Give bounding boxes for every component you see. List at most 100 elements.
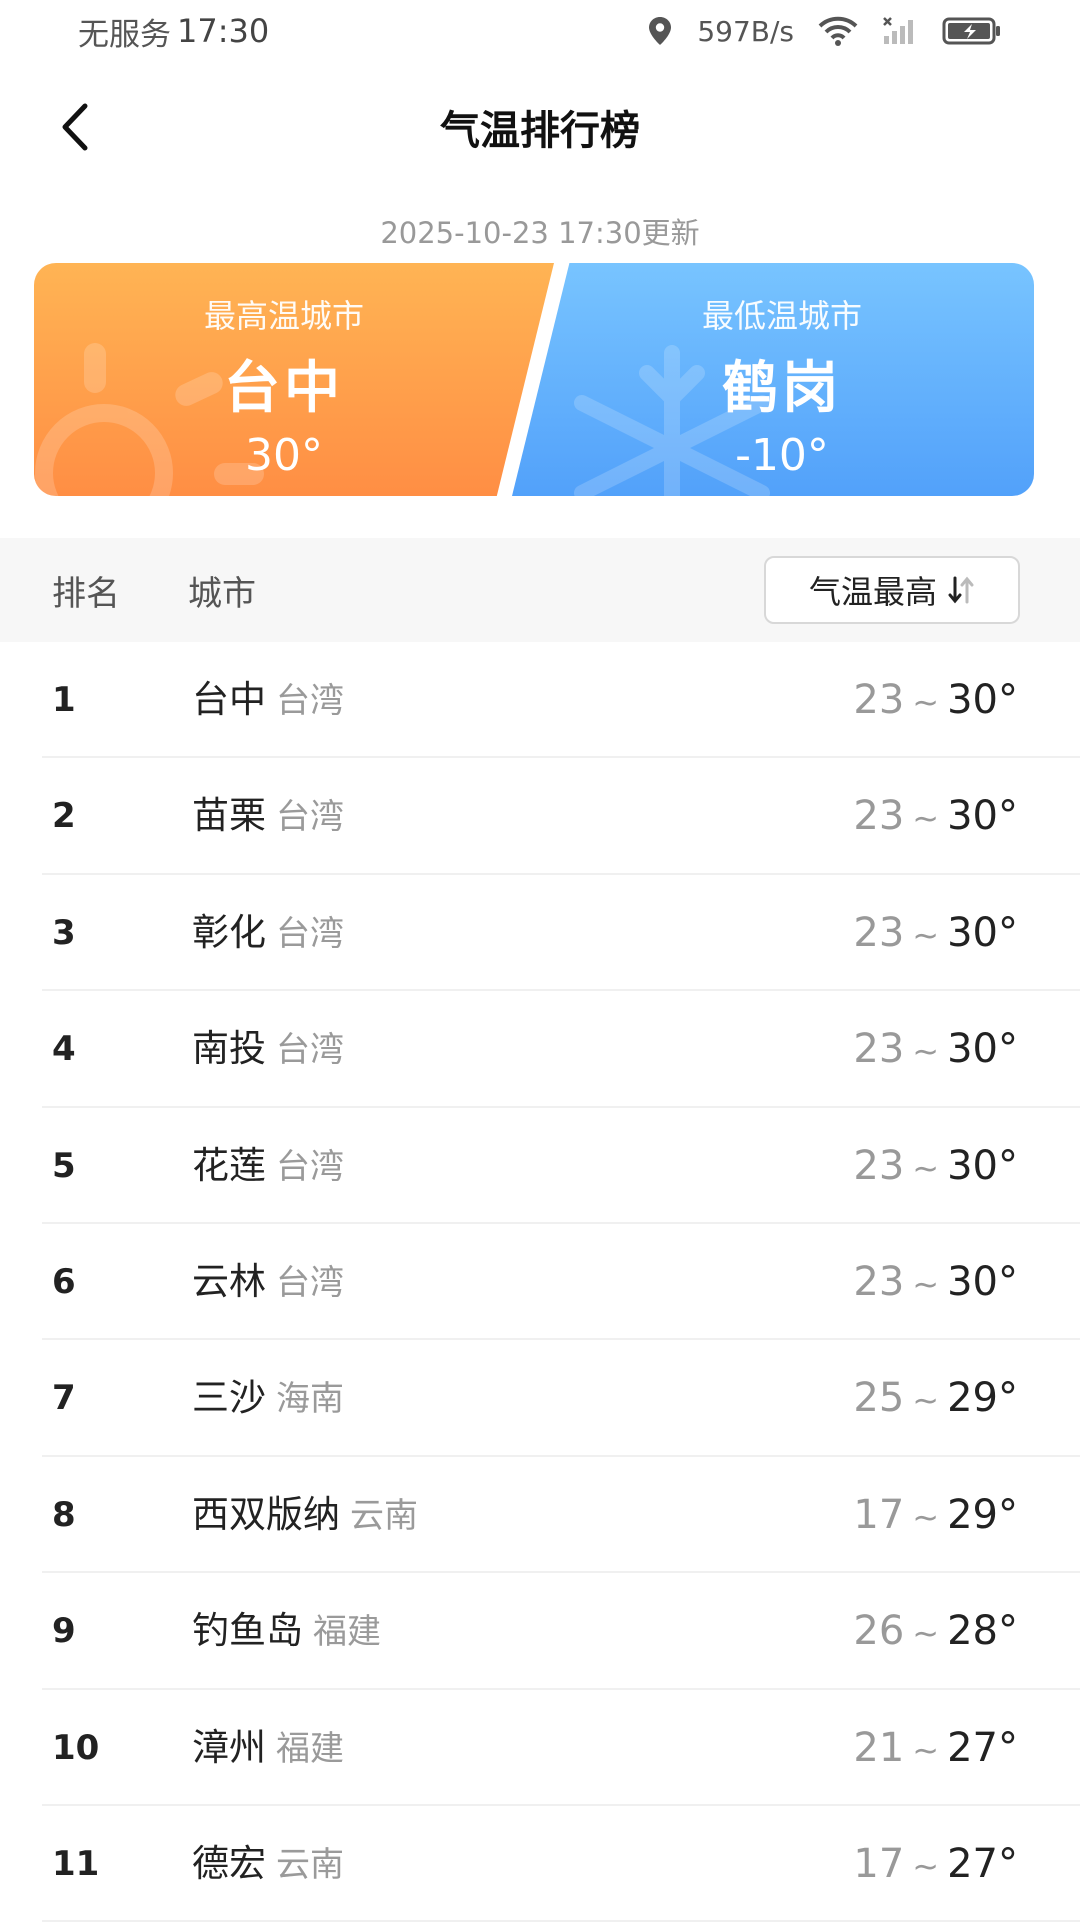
range-separator: ~ (912, 1730, 940, 1769)
table-row[interactable]: 5 花莲 台湾 23 ~30° (42, 1108, 1080, 1224)
city-column-header: 城市 (188, 573, 256, 614)
range-separator: ~ (912, 1381, 940, 1420)
sort-arrows-icon (948, 576, 974, 604)
temp-range: 17 ~29° (853, 1457, 1018, 1573)
table-row[interactable]: 10 漳州 福建 21 ~27° (42, 1690, 1080, 1806)
sort-button[interactable]: 气温最高 (764, 556, 1020, 624)
max-temp: 28° (947, 1608, 1018, 1655)
rank-number: 6 (52, 1261, 76, 1302)
sort-label: 气温最高 (808, 573, 937, 611)
min-temp: 26 (853, 1608, 905, 1655)
max-temp: 29° (947, 1491, 1018, 1538)
province-name: 台湾 (276, 797, 344, 838)
wifi-icon (818, 16, 858, 46)
coldest-city-temp: -10° (735, 430, 829, 481)
temp-range: 23 ~30° (853, 991, 1018, 1107)
min-temp: 21 (853, 1724, 905, 1771)
table-row[interactable]: 6 云林 台湾 23 ~30° (42, 1224, 1080, 1341)
location-icon (647, 16, 673, 46)
coldest-city-content: 最低温城市 鹤岗 -10° (572, 263, 992, 496)
carrier-text: 无服务 (78, 16, 171, 53)
table-row[interactable]: 9 钓鱼岛 福建 26 ~28° (42, 1573, 1080, 1690)
range-separator: ~ (912, 683, 940, 721)
back-button[interactable] (40, 92, 110, 162)
range-separator: ~ (912, 1032, 940, 1071)
max-temp: 30° (947, 677, 1018, 723)
max-temp: 27° (947, 1724, 1018, 1771)
province-name: 台湾 (276, 1262, 344, 1303)
temp-range: 21 ~27° (853, 1690, 1018, 1806)
city-name: 彰化 台湾 (192, 910, 344, 954)
city-name: 三沙 海南 (192, 1376, 344, 1420)
coldest-city-card[interactable]: 最低温城市 鹤岗 -10° (512, 263, 1034, 496)
max-temp: 27° (947, 1840, 1018, 1887)
coldest-city-name: 鹤岗 (722, 356, 842, 421)
table-row[interactable]: 11 德宏 云南 17 ~27° (42, 1806, 1080, 1923)
min-temp: 17 (853, 1491, 905, 1538)
table-row[interactable]: 1 台中 台湾 23 ~30° (42, 642, 1080, 759)
min-temp: 23 (853, 1258, 905, 1305)
temp-range: 26 ~28° (853, 1573, 1018, 1689)
rank-number: 8 (52, 1494, 76, 1535)
min-temp: 23 (853, 1142, 905, 1189)
min-temp: 23 (853, 909, 905, 956)
city-name: 台中 台湾 (192, 678, 344, 721)
table-header: 排名 城市 气温最高 (0, 538, 1080, 642)
province-name: 台湾 (276, 913, 344, 954)
chevron-left-icon (62, 103, 88, 151)
range-separator: ~ (912, 915, 940, 954)
city-name: 南投 台湾 (192, 1027, 344, 1071)
province-name: 海南 (276, 1379, 344, 1420)
table-row[interactable]: 8 西双版纳 云南 17 ~29° (42, 1457, 1080, 1574)
province-name: 台湾 (276, 681, 344, 721)
net-speed: 597B/s (697, 14, 794, 48)
rank-number: 9 (52, 1611, 76, 1652)
min-temp: 23 (853, 793, 905, 840)
hottest-city-name: 台中 (224, 356, 344, 421)
range-separator: ~ (912, 1497, 940, 1536)
nav-bar: 气温排行榜 (0, 62, 1080, 192)
range-separator: ~ (912, 1264, 940, 1303)
rank-number: 10 (52, 1727, 100, 1768)
city-name: 云林 台湾 (192, 1259, 344, 1303)
rank-number: 11 (52, 1843, 100, 1884)
table-row[interactable]: 7 三沙 海南 25 ~29° (42, 1340, 1080, 1457)
city-name: 钓鱼岛 福建 (192, 1609, 381, 1653)
max-temp: 29° (947, 1375, 1018, 1422)
highlight-cards: 最高温城市 台中 30° 最低温城市 鹤岗 -10° (34, 263, 1034, 496)
city-name: 苗栗 台湾 (192, 794, 344, 838)
city-name: 花莲 台湾 (192, 1143, 344, 1187)
province-name: 福建 (313, 1612, 381, 1653)
province-name: 台湾 (276, 1030, 344, 1071)
max-temp: 30° (947, 1258, 1018, 1305)
temp-range: 23 ~30° (853, 758, 1018, 874)
city-name: 德宏 云南 (192, 1841, 344, 1885)
rank-number: 7 (52, 1378, 76, 1419)
rank-number: 4 (52, 1029, 76, 1070)
hottest-city-card[interactable]: 最高温城市 台中 30° (34, 263, 554, 496)
hottest-label: 最高温城市 (203, 297, 364, 335)
max-temp: 30° (947, 909, 1018, 956)
table-row[interactable]: 4 南投 台湾 23 ~30° (42, 991, 1080, 1108)
rank-number: 5 (52, 1145, 76, 1186)
temp-range: 23 ~30° (853, 642, 1018, 758)
status-bar: 无服务 17:30 597B/s (0, 0, 1080, 62)
page-title: 气温排行榜 (440, 108, 640, 154)
range-separator: ~ (912, 1148, 940, 1187)
hottest-city-content: 最高温城市 台中 30° (74, 263, 494, 496)
rank-number: 3 (52, 912, 76, 953)
temp-range: 23 ~30° (853, 875, 1018, 991)
rank-number: 2 (52, 796, 76, 837)
province-name: 福建 (276, 1728, 344, 1769)
signal-icon (882, 16, 918, 46)
temp-range: 23 ~30° (853, 1108, 1018, 1224)
range-separator: ~ (912, 1846, 940, 1885)
temp-range: 17 ~27° (853, 1806, 1018, 1922)
province-name: 云南 (350, 1495, 418, 1536)
status-left: 无服务 17:30 (78, 9, 269, 54)
table-row[interactable]: 2 苗栗 台湾 23 ~30° (42, 758, 1080, 875)
max-temp: 30° (947, 793, 1018, 840)
temp-range: 25 ~29° (853, 1340, 1018, 1456)
province-name: 台湾 (276, 1146, 344, 1187)
table-row[interactable]: 3 彰化 台湾 23 ~30° (42, 875, 1080, 992)
